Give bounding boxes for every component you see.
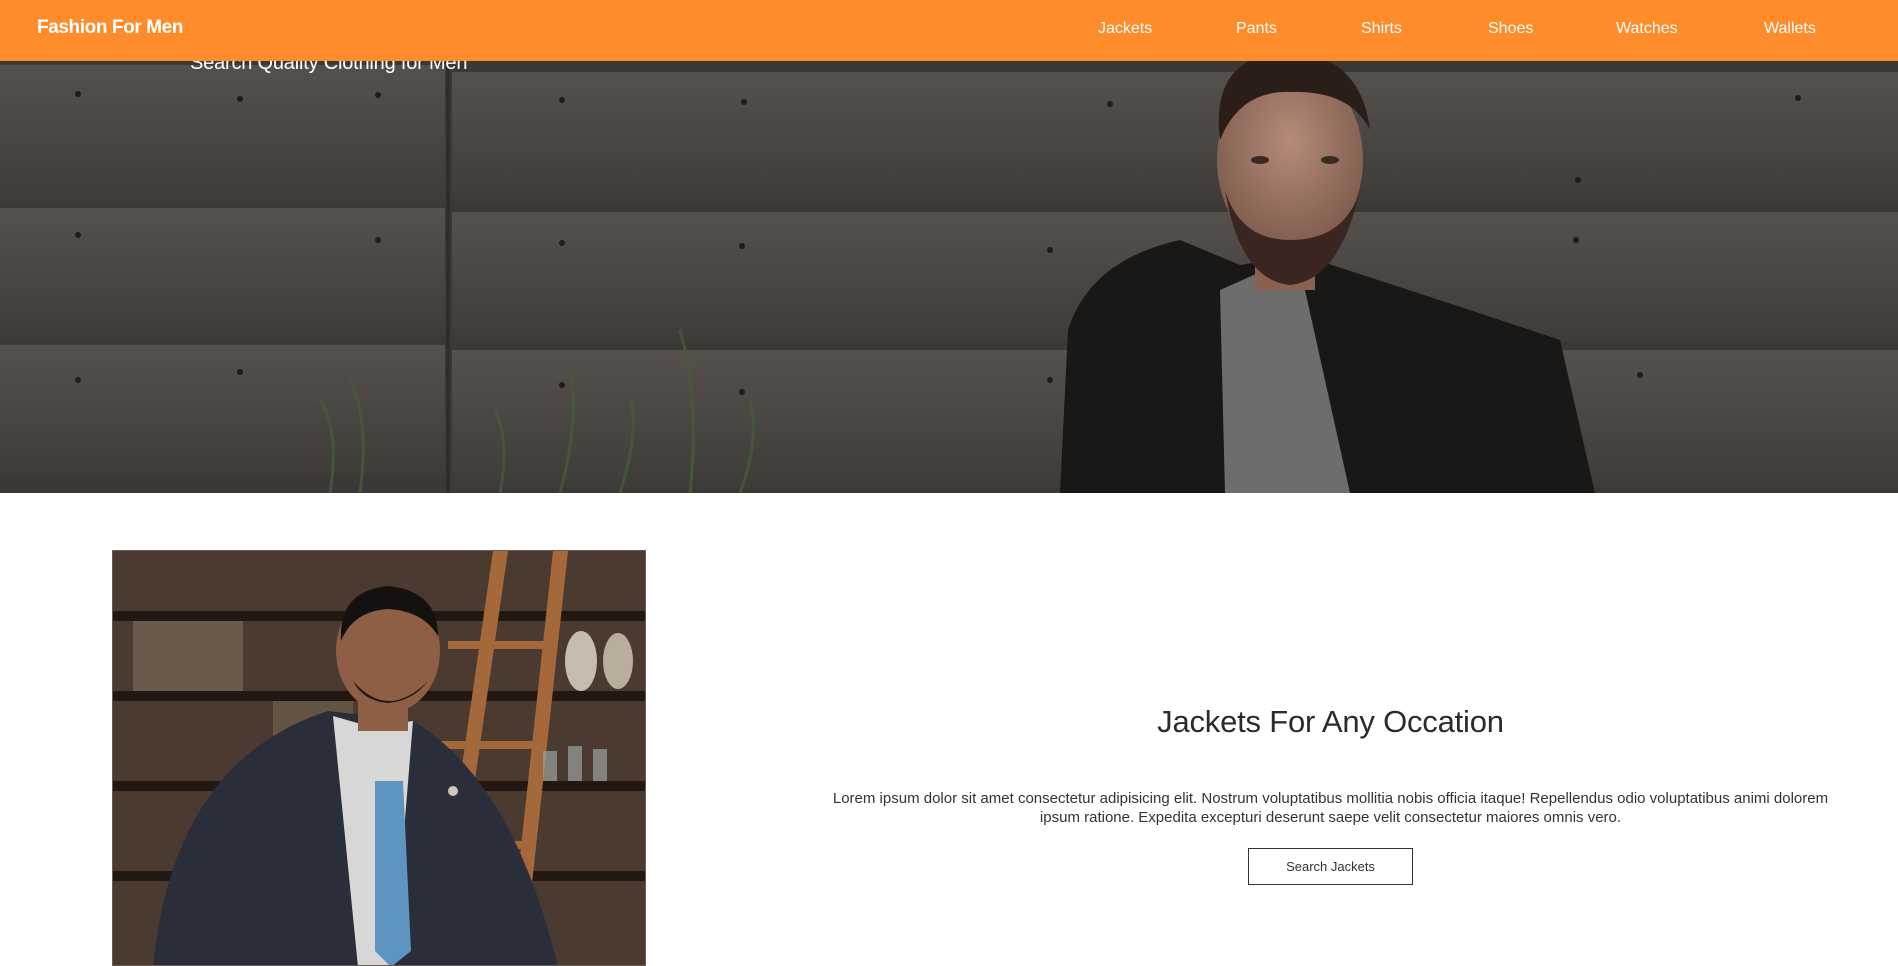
hero-banner: Search Quality Clothing for Men (0, 0, 1898, 493)
nav-item-shirts[interactable]: Shirts (1361, 20, 1402, 38)
nav-item-watches[interactable]: Watches (1616, 20, 1678, 38)
nav-item-wallets[interactable]: Wallets (1764, 20, 1816, 38)
search-jackets-button[interactable]: Search Jackets (1248, 848, 1413, 885)
brand-logo[interactable]: Fashion For Men (37, 17, 183, 39)
nav-item-jackets[interactable]: Jackets (1098, 20, 1152, 38)
feature-image-suit-man (112, 550, 646, 966)
nav-item-pants[interactable]: Pants (1236, 20, 1277, 38)
nav-item-shoes[interactable]: Shoes (1488, 20, 1533, 38)
feature-description: Lorem ipsum dolor sit amet consectetur a… (832, 790, 1829, 826)
feature-title: Jackets For Any Occation (1157, 704, 1504, 739)
top-navbar: Fashion For Men Jackets Pants Shirts Sho… (0, 0, 1898, 61)
